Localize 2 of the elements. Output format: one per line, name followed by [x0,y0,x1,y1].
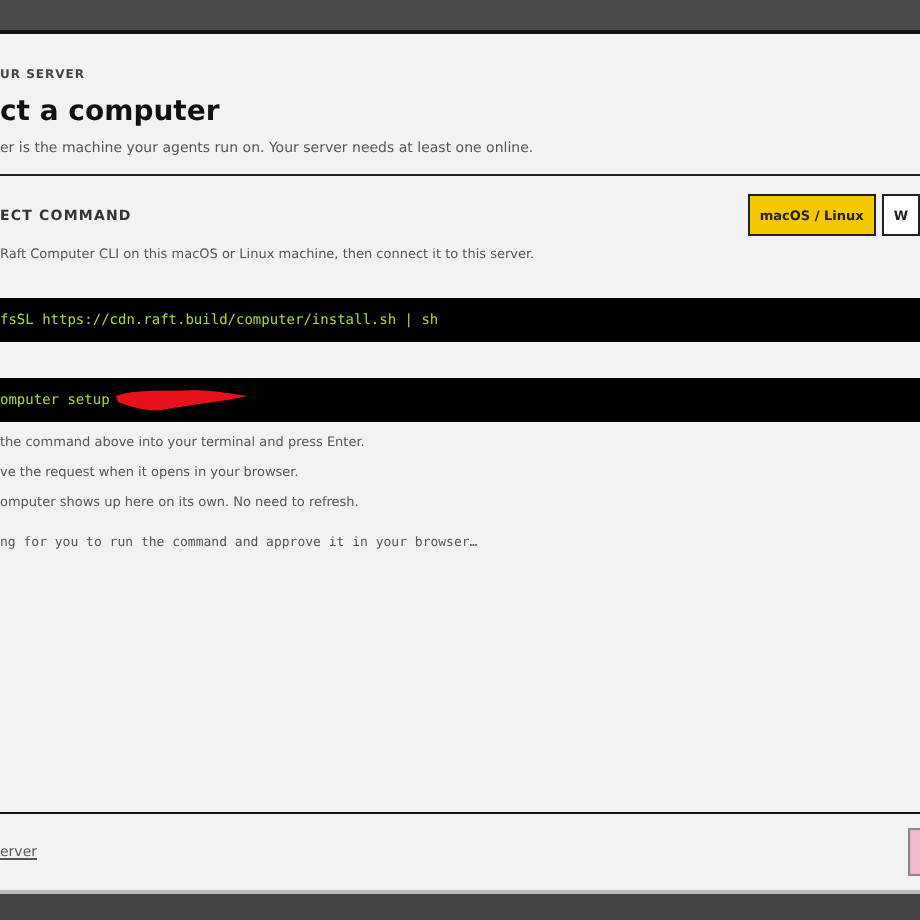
action-button[interactable] [908,828,920,876]
dialog-title: ct a computer [0,96,222,128]
